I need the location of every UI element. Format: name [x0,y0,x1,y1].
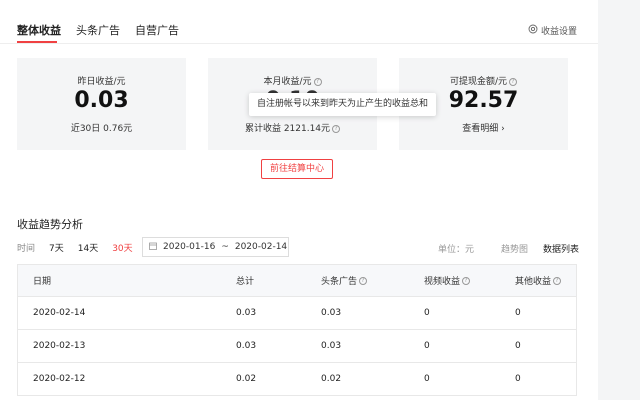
card-label: 可提现金额/元? [399,74,568,87]
chevron-right-icon: › [501,124,505,134]
header-toutiao: 头条广告? [321,265,368,296]
cell-other: 0 [515,374,521,384]
header-other: 其他收益? [515,265,562,296]
time-label: 时间 [17,243,36,254]
range-30-days[interactable]: 30天 [112,241,132,254]
help-icon[interactable]: ? [462,276,471,285]
cell-total: 0.03 [236,341,257,351]
help-icon[interactable]: ? [509,78,518,86]
table-row: 2020-02-12 0.02 0.02 0 0 [18,363,576,396]
help-icon[interactable]: ? [313,78,322,86]
cell-total: 0.02 [236,374,257,384]
card-sub: 近30日 0.76元 [70,124,133,134]
header-video: 视频收益? [424,265,471,296]
view-chart-toggle[interactable]: 趋势图 [501,242,528,255]
section-title: 收益趋势分析 [17,218,83,231]
income-table: 日期 总计 头条广告? 视频收益? 其他收益? 2020-02-14 0.03 … [17,264,577,396]
cell-date: 2020-02-12 [33,374,86,384]
cell-date: 2020-02-13 [33,341,86,351]
tabs-divider [0,43,598,44]
card-value: 0.03 [74,88,129,113]
unit-label: 单位：元 [438,245,475,255]
cell-video: 0 [424,308,430,318]
help-icon[interactable]: ? [359,276,368,285]
date-end: 2020-02-14 [234,242,288,252]
cell-date: 2020-02-14 [33,308,86,318]
help-icon[interactable]: ? [553,276,562,285]
table-row: 2020-02-13 0.03 0.03 0 0 [18,330,576,363]
card-yesterday-income: 昨日收益/元 0.03 近30日 0.76元 [17,58,186,150]
cell-other: 0 [515,308,521,318]
settings-label: 收益设置 [540,27,577,37]
income-panel: 整体收益 头条广告 自营广告 收益设置 昨日收益/元 0.03 近30日 0.7… [0,0,598,400]
income-settings-button[interactable]: 收益设置 [528,24,577,37]
cell-other: 0 [515,341,521,351]
header-total: 总计 [236,277,255,287]
table-header-row: 日期 总计 头条广告? 视频收益? 其他收益? [18,265,576,297]
date-start: 2020-01-16 [163,242,216,252]
cell-toutiao: 0.03 [321,308,342,318]
cell-video: 0 [424,341,430,351]
card-label: 本月收益/元? [208,74,377,87]
card-sub: 累计收益 2121.14元? [208,121,377,134]
cell-total: 0.03 [236,308,257,318]
time-filter: 时间 7天 14天 30天 [17,237,147,257]
settlement-center-button[interactable]: 前往结算中心 [261,159,333,179]
tab-self-ads[interactable]: 自营广告 [135,22,179,38]
cell-toutiao: 0.03 [321,341,342,351]
tab-overall-income[interactable]: 整体收益 [17,22,61,38]
calendar-icon [149,242,157,253]
date-range-picker[interactable]: 2020-01-16 ~ 2020-02-14 [142,237,289,257]
cell-video: 0 [424,374,430,384]
range-7-days[interactable]: 7天 [49,241,64,254]
header-date: 日期 [33,277,52,287]
date-separator: ~ [221,242,229,252]
help-icon[interactable]: ? [332,125,341,133]
range-14-days[interactable]: 14天 [78,241,98,254]
tab-toutiao-ads[interactable]: 头条广告 [76,22,120,38]
cell-toutiao: 0.02 [321,374,342,384]
table-row: 2020-02-14 0.03 0.03 0 0 [18,297,576,330]
tooltip: 自注册帐号以来到昨天为止产生的收益总和 [249,93,437,116]
view-details-link[interactable]: 查看明细 › [399,121,568,134]
settings-icon [528,24,538,37]
view-list-toggle[interactable]: 数据列表 [543,242,579,255]
card-label: 昨日收益/元 [77,77,126,87]
